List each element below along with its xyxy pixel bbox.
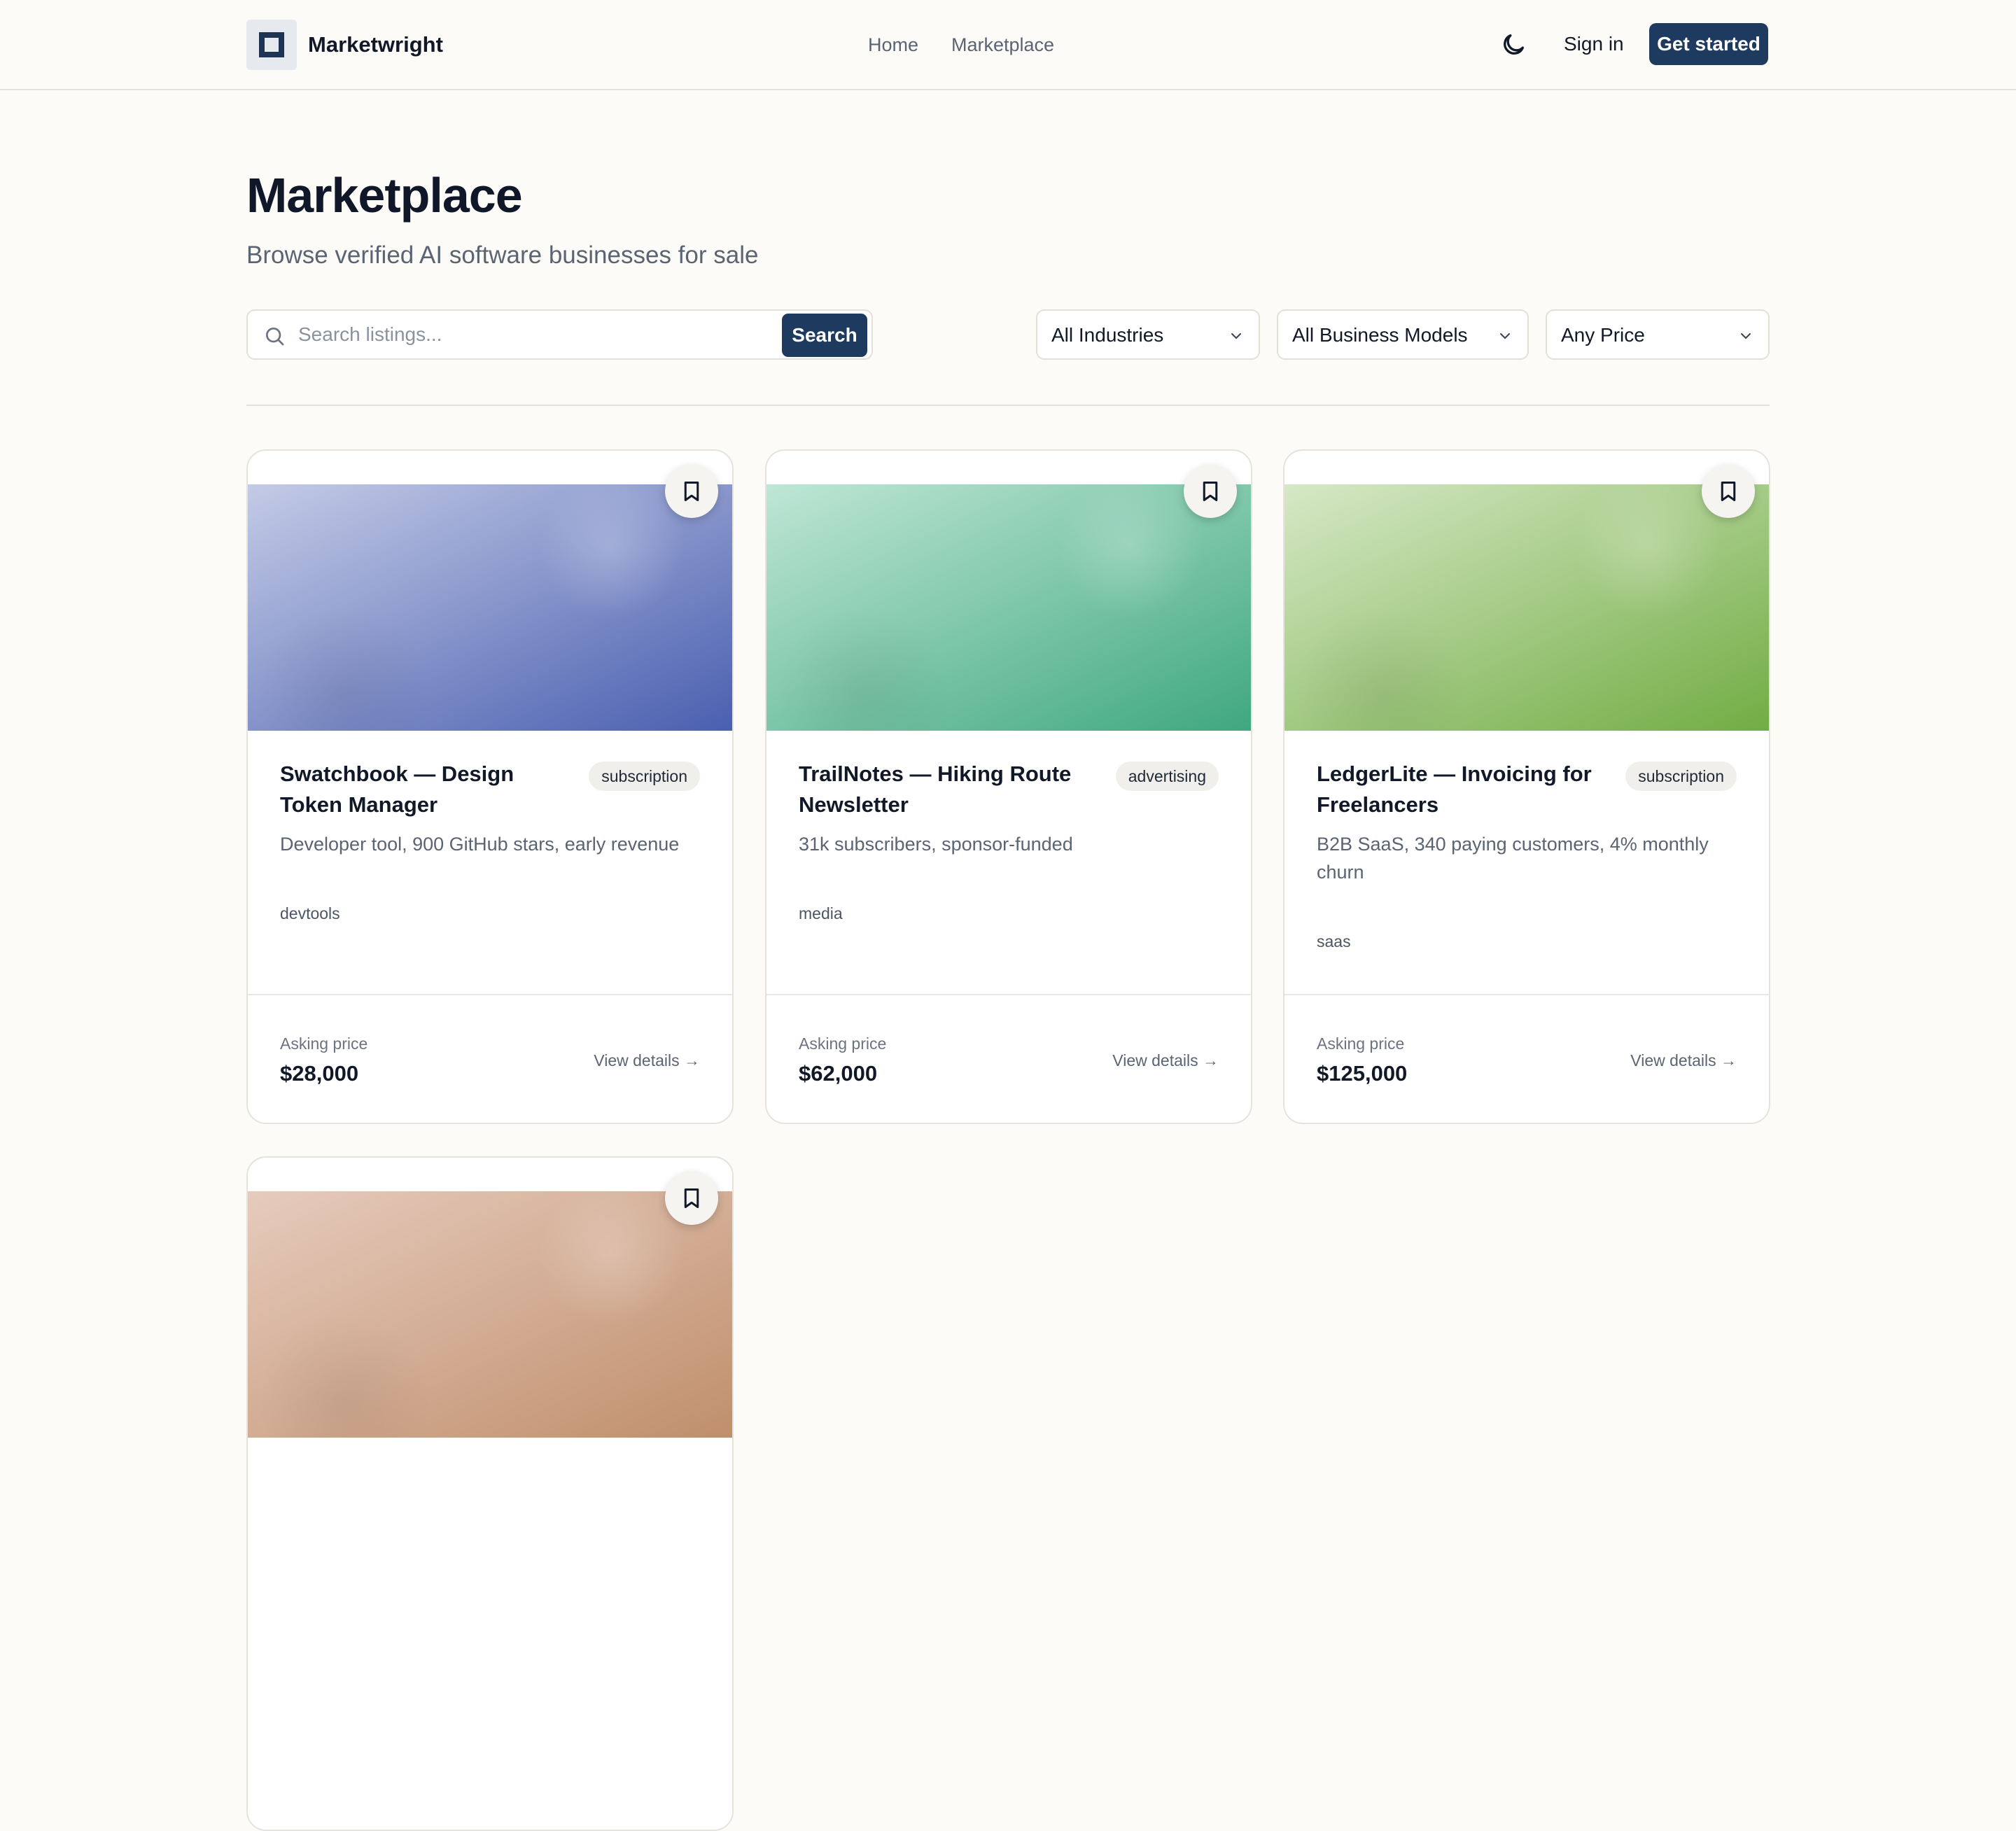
- listing-title[interactable]: LedgerLite — Invoicing for Freelancers: [1317, 759, 1611, 820]
- industry-tag: saas: [1317, 932, 1351, 950]
- bookmark-icon: [1203, 482, 1218, 501]
- nav-home[interactable]: Home: [868, 31, 918, 59]
- top-navbar: Marketwright Home Marketplace Sign in Ge…: [0, 0, 2016, 90]
- industry-tag: media: [799, 904, 843, 922]
- search-icon: [266, 328, 284, 346]
- industry-select[interactable]: All Industries: [1036, 309, 1260, 360]
- bookmark-icon: [684, 1188, 699, 1208]
- bookmark-button[interactable]: [1184, 465, 1237, 518]
- listing-title[interactable]: TrailNotes — Hiking Route Newsletter: [799, 759, 1093, 820]
- business-model-badge: subscription: [1625, 762, 1737, 791]
- chevron-down-icon: [1231, 333, 1241, 339]
- business-model-badge: subscription: [589, 762, 700, 791]
- listing-thumbnail: [1284, 484, 1769, 731]
- search-button[interactable]: Search: [782, 314, 867, 357]
- bookmark-icon: [684, 482, 699, 501]
- listing-thumbnail: [248, 1191, 732, 1438]
- page-title: Marketplace: [246, 168, 523, 223]
- listing-description: 31k subscribers, sponsor-funded: [799, 834, 1073, 855]
- asking-price-value: $125,000: [1317, 1061, 1408, 1086]
- card-divider: [1284, 994, 1769, 995]
- business-model-badge: advertising: [1115, 762, 1219, 791]
- business-model-select-value: All Business Models: [1292, 324, 1468, 346]
- bookmark-button[interactable]: [1702, 465, 1755, 518]
- moon-icon[interactable]: [1499, 31, 1527, 59]
- asking-price-value: $62,000: [799, 1061, 878, 1086]
- listing-description: Developer tool, 900 GitHub stars, early …: [280, 834, 680, 855]
- bookmark-icon: [1721, 482, 1736, 501]
- search-input[interactable]: [298, 318, 788, 351]
- listing-card[interactable]: [246, 1156, 734, 1831]
- listing-thumbnail: [248, 484, 732, 731]
- bookmark-button[interactable]: [665, 465, 718, 518]
- business-model-select[interactable]: All Business Models: [1277, 309, 1529, 360]
- view-details-link[interactable]: View details →: [594, 1048, 700, 1072]
- nav-marketplace[interactable]: Marketplace: [951, 31, 1054, 59]
- view-details-link[interactable]: View details →: [1630, 1048, 1737, 1072]
- chevron-down-icon: [1741, 333, 1751, 339]
- listing-card[interactable]: Swatchbook — Design Token Manager subscr…: [246, 449, 734, 1124]
- listing-card[interactable]: TrailNotes — Hiking Route Newsletter adv…: [765, 449, 1252, 1124]
- industry-select-value: All Industries: [1051, 324, 1164, 346]
- asking-price-label: Asking price: [1317, 1034, 1405, 1053]
- bookmark-button[interactable]: [665, 1172, 718, 1225]
- get-started-button[interactable]: Get started: [1649, 23, 1768, 65]
- asking-price-label: Asking price: [799, 1034, 887, 1053]
- price-select[interactable]: Any Price: [1546, 309, 1770, 360]
- card-divider: [248, 994, 732, 995]
- listing-thumbnail: [766, 484, 1251, 731]
- industry-tag: devtools: [280, 904, 340, 922]
- sign-in-link[interactable]: Sign in: [1564, 29, 1624, 59]
- logo-icon[interactable]: [246, 20, 297, 70]
- chevron-down-icon: [1500, 333, 1510, 339]
- view-details-link[interactable]: View details →: [1112, 1048, 1219, 1072]
- asking-price-value: $28,000: [280, 1061, 359, 1086]
- brand-name[interactable]: Marketwright: [308, 28, 443, 62]
- listing-card[interactable]: LedgerLite — Invoicing for Freelancers s…: [1283, 449, 1770, 1124]
- asking-price-label: Asking price: [280, 1034, 368, 1053]
- search-bar: Search: [246, 309, 873, 360]
- listing-title[interactable]: Swatchbook — Design Token Manager: [280, 759, 574, 820]
- card-divider: [766, 994, 1251, 995]
- page-subtitle: Browse verified AI software businesses f…: [246, 241, 759, 269]
- section-divider: [246, 405, 1770, 406]
- listing-description: B2B SaaS, 340 paying customers, 4% month…: [1317, 834, 1709, 883]
- price-select-value: Any Price: [1561, 324, 1645, 346]
